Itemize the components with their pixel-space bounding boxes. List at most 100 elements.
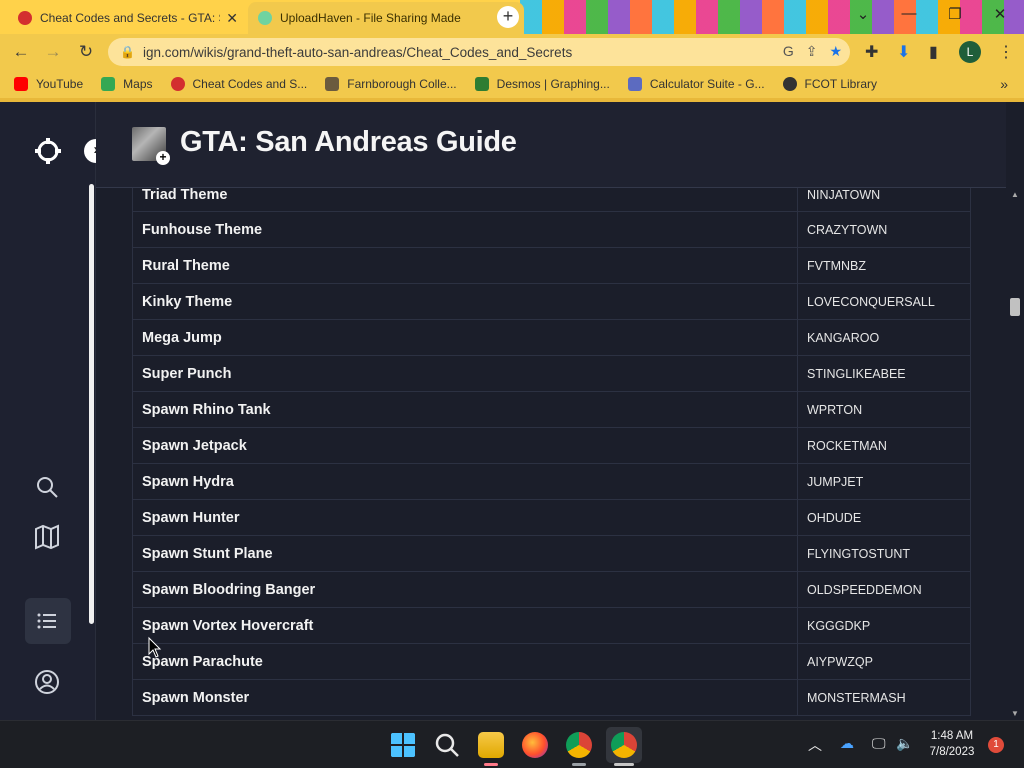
ign-logo-icon[interactable] (35, 138, 61, 164)
cheat-code: MONSTERMASH (807, 691, 906, 705)
bookmark-star-icon[interactable]: ★ (829, 43, 842, 60)
cheat-code: LOVECONQUERSALL (807, 295, 935, 309)
bookmark-label: Calculator Suite - G... (649, 77, 765, 91)
network-icon[interactable]: 🖵 (872, 735, 886, 752)
bookmark-label: Farnborough Colle... (347, 77, 457, 91)
close-window-button[interactable]: ✕ (985, 5, 1015, 23)
new-tab-button[interactable]: + (497, 6, 519, 28)
clock-date: 7/8/2023 (929, 746, 975, 758)
table-row: Spawn Hunter OHDUDE (132, 500, 971, 536)
scrollbar-thumb[interactable] (1010, 298, 1020, 316)
cheat-table: Triad Theme NINJATOWN Funhouse Theme CRAZYT… (132, 188, 971, 716)
close-tab-icon[interactable]: ✕ (226, 10, 238, 27)
sidebar-scrollbar[interactable] (89, 184, 94, 624)
left-rail: › (0, 102, 108, 720)
more-bookmarks-icon[interactable]: » (1000, 76, 1008, 92)
reload-icon[interactable]: ↻ (75, 41, 97, 63)
geogebra-icon (627, 77, 642, 91)
download-icon[interactable]: ⬇ (897, 42, 910, 62)
google-lens-icon[interactable]: G (783, 43, 794, 60)
volume-icon[interactable]: 🔈 (896, 735, 913, 752)
bookmark-calculator[interactable]: Calculator Suite - G... (627, 77, 765, 91)
bookmark-maps[interactable]: Maps (101, 77, 153, 91)
tab-title: Cheat Codes and Secrets - GTA: S (40, 11, 221, 25)
search-icon[interactable] (434, 732, 460, 758)
side-panel-icon[interactable]: ▮ (929, 42, 938, 62)
cheat-name: Spawn Monster (133, 680, 798, 715)
bookmark-cheat-codes[interactable]: Cheat Codes and S... (170, 77, 307, 91)
cheat-code: KGGGDKP (807, 619, 871, 633)
bookmark-label: Maps (123, 77, 153, 91)
table-row: Mega Jump KANGAROO (132, 320, 971, 356)
tab-uploadhaven[interactable]: UploadHaven - File Sharing Made (248, 2, 524, 34)
extensions-icon[interactable]: ✚ (865, 42, 878, 62)
page-scrollbar[interactable]: ▲ ▼ (1006, 188, 1024, 720)
cheat-name: Spawn Jetpack (133, 428, 798, 463)
bookmark-desmos[interactable]: Desmos | Graphing... (474, 77, 610, 91)
table-row: Rural Theme FVTMNBZ (132, 248, 971, 284)
youtube-icon (14, 77, 28, 91)
cheat-code: KANGAROO (807, 331, 880, 345)
cheat-code: WPRTON (807, 403, 863, 417)
cheat-code: AIYPWZQP (807, 655, 873, 669)
restore-button[interactable]: ❐ (940, 5, 970, 23)
game-cover-thumbnail[interactable]: + (132, 127, 170, 165)
ign-favicon-icon (18, 11, 32, 25)
address-bar[interactable]: 🔒 ign.com/wikis/grand-theft-auto-san-and… (108, 38, 850, 66)
cheat-name: Spawn Rhino Tank (133, 392, 798, 427)
bookmark-fcot-library[interactable]: FCOT Library (782, 77, 877, 91)
system-clock[interactable]: 1:48 AM 7/8/2023 (920, 728, 984, 760)
cheat-code: STINGLIKEABEE (807, 367, 906, 381)
share-icon[interactable]: ⇪ (806, 43, 818, 60)
globe-icon (782, 77, 797, 91)
file-explorer-active-indicator (484, 763, 498, 766)
chrome-running-indicator (572, 763, 586, 766)
page-content: › + GTA: San Andreas Guide Triad ThemeN (0, 102, 1024, 720)
windows-start-icon[interactable] (390, 732, 416, 758)
bookmark-youtube[interactable]: YouTube (14, 77, 83, 91)
page-title: GTA: San Andreas Guide (180, 126, 517, 158)
back-icon[interactable]: ← (10, 41, 32, 63)
notification-badge[interactable]: 1 (988, 737, 1004, 753)
onedrive-icon[interactable]: ☁ (840, 735, 854, 752)
search-icon[interactable] (34, 474, 60, 500)
chrome-profile-icon[interactable] (611, 732, 637, 758)
cheat-name: Super Punch (133, 356, 798, 391)
scroll-up-icon[interactable]: ▲ (1011, 190, 1019, 199)
cheat-name: Funhouse Theme (133, 212, 798, 247)
cheat-name: Spawn Bloodring Banger (133, 572, 798, 607)
chrome-icon[interactable] (566, 732, 592, 758)
table-row: Spawn Stunt Plane FLYINGTOSTUNT (132, 536, 971, 572)
cheat-code: OLDSPEEDDEMON (807, 583, 922, 597)
bookmark-farnborough[interactable]: Farnborough Colle... (325, 77, 457, 91)
desmos-icon (474, 77, 489, 91)
tab-strip: Cheat Codes and Secrets - GTA: S ✕ Uploa… (0, 0, 1024, 34)
cheat-name: Triad Theme (133, 188, 798, 211)
file-explorer-icon[interactable] (478, 732, 504, 758)
cheat-code: NINJATOWN (807, 188, 881, 202)
cheat-code: FLYINGTOSTUNT (807, 547, 911, 561)
cheat-name: Spawn Hunter (133, 500, 798, 535)
bookmarks-bar: YouTube Maps Cheat Codes and S... Farnbo… (0, 70, 1024, 98)
profile-avatar[interactable]: L (959, 41, 981, 63)
table-row: Spawn Vortex Hovercraft KGGGDKP (132, 608, 971, 644)
tab-title: UploadHaven - File Sharing Made (280, 11, 461, 25)
tab-cheat-codes[interactable]: Cheat Codes and Secrets - GTA: S ✕ (8, 2, 248, 34)
minimize-button[interactable]: — (894, 5, 924, 22)
show-hidden-icons-icon[interactable]: ︿ (808, 735, 822, 755)
table-row: Triad Theme NINJATOWN (132, 188, 971, 212)
cheat-name: Mega Jump (133, 320, 798, 355)
menu-kebab-icon[interactable]: ⋮ (998, 42, 1014, 62)
forward-icon[interactable]: → (42, 41, 64, 63)
firefox-icon[interactable] (522, 732, 548, 758)
windows-taskbar: ︿ ☁ 🖵 🔈 1:48 AM 7/8/2023 1 (0, 720, 1024, 768)
account-icon[interactable] (34, 669, 60, 695)
add-icon[interactable]: + (156, 151, 170, 165)
map-icon[interactable] (34, 524, 60, 550)
tab-search-icon[interactable]: ⌄ (848, 5, 878, 23)
table-of-contents-icon[interactable] (34, 608, 60, 634)
guide-header: + GTA: San Andreas Guide (96, 102, 1006, 188)
table-row: Kinky Theme LOVECONQUERSALL (132, 284, 971, 320)
cheat-code: CRAZYTOWN (807, 223, 888, 237)
scroll-down-icon[interactable]: ▼ (1011, 709, 1019, 718)
